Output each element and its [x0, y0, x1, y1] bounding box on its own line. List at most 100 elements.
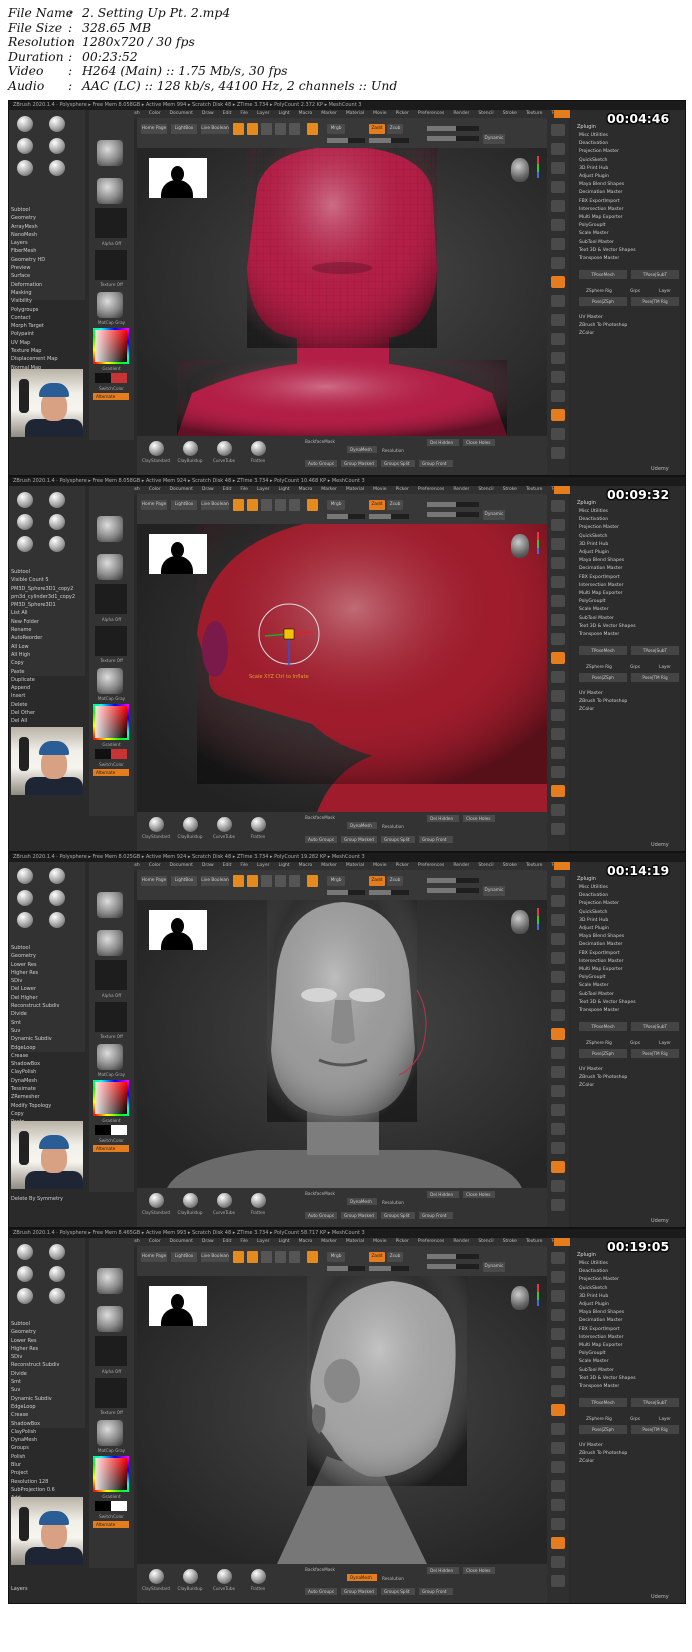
- subpalette-item[interactable]: Project: [11, 1469, 83, 1477]
- lightbox-button[interactable]: LightBox: [171, 124, 197, 134]
- tool-thumbnail[interactable]: [49, 1244, 65, 1260]
- zsub-button[interactable]: Zsub: [387, 500, 403, 510]
- subpalette-item[interactable]: Higher Res: [11, 969, 83, 977]
- zoom3d-icon[interactable]: [551, 1480, 565, 1492]
- pose-tm-rig-button[interactable]: Pose|TM Rig: [631, 673, 679, 682]
- actual-icon[interactable]: [551, 952, 565, 964]
- zadd-button[interactable]: Zadd: [369, 876, 385, 886]
- menu-item-edit[interactable]: Edit: [223, 1239, 232, 1244]
- color-swatch[interactable]: [95, 1125, 127, 1135]
- local-icon[interactable]: [551, 652, 565, 664]
- menu-item-preferences[interactable]: Preferences: [418, 111, 444, 116]
- menus-toggle[interactable]: [554, 862, 570, 870]
- texture-thumbnail[interactable]: [95, 1002, 127, 1032]
- rotate-view-icon[interactable]: [551, 747, 565, 759]
- aahalf-icon[interactable]: [551, 971, 565, 983]
- tool-thumbnail[interactable]: [49, 890, 65, 906]
- gizmo-icon[interactable]: [551, 295, 565, 307]
- plugin-item[interactable]: Multi Map Exporter: [579, 1342, 679, 1350]
- auto-groups-button[interactable]: Auto Groups: [305, 1212, 337, 1219]
- brush-curvetube-thumbnail[interactable]: [217, 441, 232, 456]
- focal-shift-slider[interactable]: [427, 502, 479, 507]
- plugin-item[interactable]: Decimation Master: [579, 1317, 679, 1325]
- scale-icon[interactable]: [275, 875, 286, 887]
- move-view-icon[interactable]: [551, 709, 565, 721]
- subpalette-item[interactable]: NanoMesh: [11, 231, 83, 239]
- subpalette-item[interactable]: DynaMesh: [11, 1077, 83, 1085]
- backface-mask-label[interactable]: BackfaceMask: [305, 815, 335, 820]
- alternate-toggle[interactable]: Alternate: [93, 769, 129, 776]
- menu-item-preferences[interactable]: Preferences: [418, 487, 444, 492]
- line-fill-icon[interactable]: [551, 766, 565, 778]
- subpalette-item[interactable]: Subtool: [11, 1320, 83, 1328]
- menu-item-marker[interactable]: Marker: [321, 487, 337, 492]
- z-intensity-slider[interactable]: [369, 514, 409, 519]
- brush-claystandard-thumbnail[interactable]: [149, 441, 164, 456]
- stroke-thumbnail[interactable]: [97, 1306, 123, 1332]
- del-hidden-button[interactable]: Del Hidden: [427, 815, 459, 822]
- menus-toggle[interactable]: [554, 486, 570, 494]
- zsphere-rig-button[interactable]: ZSphere Rig: [579, 286, 619, 295]
- stroke-thumbnail[interactable]: [97, 554, 123, 580]
- subpalette-item[interactable]: Higher Res: [11, 1345, 83, 1353]
- zoom3d-icon[interactable]: [551, 352, 565, 364]
- tool-thumbnail[interactable]: [17, 138, 33, 154]
- menus-toggle[interactable]: [554, 110, 570, 118]
- switch-color-label[interactable]: SwitchColor: [91, 386, 132, 391]
- tool-thumbnail[interactable]: [17, 160, 33, 176]
- menu-item-texture[interactable]: Texture: [526, 1239, 542, 1244]
- plugin-item[interactable]: UV Master: [579, 1066, 679, 1074]
- plugin-item[interactable]: Text 3D & Vector Shapes: [579, 999, 679, 1007]
- menu-item-layer[interactable]: Layer: [257, 487, 270, 492]
- plugin-item[interactable]: Projection Master: [579, 900, 679, 908]
- plugin-item[interactable]: Intersection Master: [579, 206, 679, 214]
- plugin-item[interactable]: ZColor: [579, 1082, 679, 1090]
- menu-item-macro[interactable]: Macro: [299, 487, 313, 492]
- menu-item-marker[interactable]: Marker: [321, 111, 337, 116]
- frame-icon[interactable]: [551, 690, 565, 702]
- dynamesh-button[interactable]: DynaMesh: [347, 1198, 377, 1205]
- menu-item-file[interactable]: File: [240, 863, 248, 868]
- move-icon[interactable]: [261, 499, 272, 511]
- rotate-view-icon[interactable]: [551, 1123, 565, 1135]
- draw-icon[interactable]: [247, 123, 258, 135]
- edit-icon[interactable]: [233, 875, 244, 887]
- plugin-item[interactable]: Adjust Plugin: [579, 549, 679, 557]
- texture-thumbnail[interactable]: [95, 626, 127, 656]
- plugin-item[interactable]: Deactivation: [579, 516, 679, 524]
- backface-mask-label[interactable]: BackfaceMask: [305, 1191, 335, 1196]
- plugin-item[interactable]: FBX ExportImport: [579, 950, 679, 958]
- subpalette-item[interactable]: Surface: [11, 272, 83, 280]
- auto-groups-button[interactable]: Auto Groups: [305, 836, 337, 843]
- color-swatch[interactable]: [95, 749, 127, 759]
- plugin-item[interactable]: Scale Master: [579, 1358, 679, 1366]
- gizmo-icon[interactable]: [551, 1423, 565, 1435]
- tool-thumbnail[interactable]: [49, 1288, 65, 1304]
- rotate-icon[interactable]: [289, 875, 300, 887]
- tposemesh-button[interactable]: TPoseMesh: [579, 1398, 627, 1407]
- plugin-item[interactable]: Misc Utilities: [579, 884, 679, 892]
- menu-item-stroke[interactable]: Stroke: [503, 863, 517, 868]
- plugin-item[interactable]: 3D Print Hub: [579, 1293, 679, 1301]
- subpalette-item[interactable]: Suv: [11, 1386, 83, 1394]
- group-front-button[interactable]: Group Front: [419, 836, 453, 843]
- subpalette-item[interactable]: Visible Count 5: [11, 576, 83, 584]
- canvas-viewport[interactable]: [137, 1276, 547, 1564]
- menu-item-light[interactable]: Light: [278, 1239, 289, 1244]
- material-thumbnail[interactable]: [97, 668, 123, 694]
- rgb-intensity-slider[interactable]: [327, 514, 365, 519]
- scale-icon[interactable]: [275, 499, 286, 511]
- rotate-icon[interactable]: [289, 499, 300, 511]
- subpalette-item[interactable]: SubProjection 0.6: [11, 1486, 83, 1494]
- subpalette-item[interactable]: Preview: [11, 264, 83, 272]
- subpalette-item[interactable]: DynaMesh: [11, 1436, 83, 1444]
- menu-item-stencil[interactable]: Stencil: [478, 863, 493, 868]
- home-page-button[interactable]: Home Page: [141, 1252, 167, 1262]
- rgb-icon[interactable]: [307, 123, 318, 135]
- subpalette-item[interactable]: Layers: [11, 239, 83, 247]
- xpose-icon[interactable]: [551, 447, 565, 459]
- spix-icon[interactable]: [551, 1271, 565, 1283]
- bpr-icon[interactable]: [551, 124, 565, 136]
- del-hidden-button[interactable]: Del Hidden: [427, 439, 459, 446]
- plugin-item[interactable]: SubTool Master: [579, 615, 679, 623]
